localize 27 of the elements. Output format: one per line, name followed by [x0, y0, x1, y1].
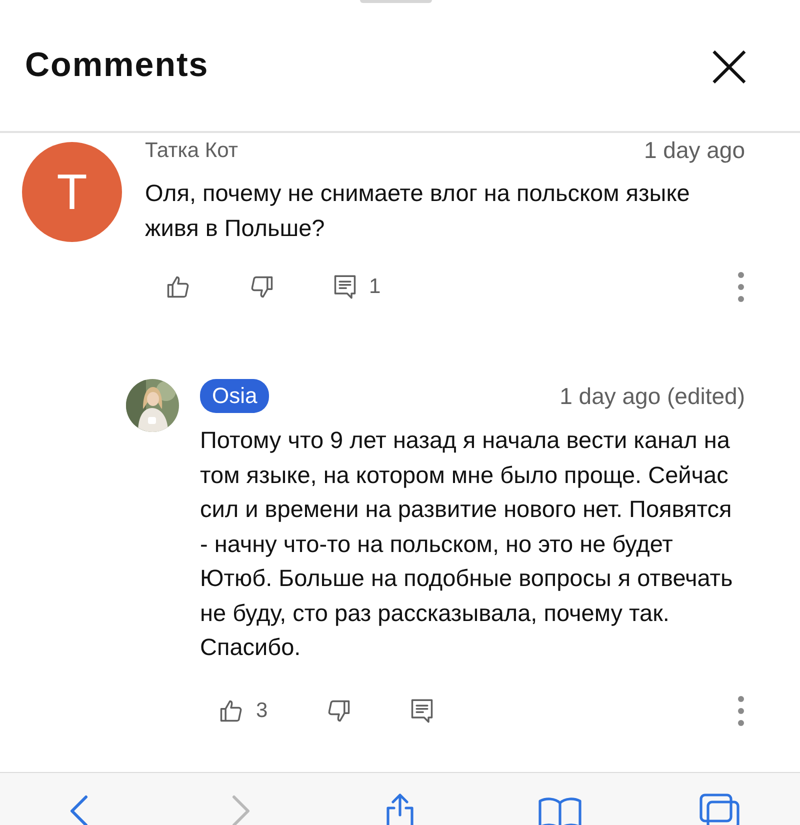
like-button[interactable]: 3	[218, 698, 268, 724]
drag-handle[interactable]	[360, 0, 432, 3]
panel-title: Comments	[25, 46, 209, 85]
thumbs-down-icon	[249, 274, 275, 300]
comment-icon	[410, 698, 434, 724]
like-button[interactable]	[165, 274, 191, 300]
reply-button[interactable]	[410, 698, 434, 724]
avatar[interactable]: T	[22, 142, 122, 242]
comment-time: 1 day ago	[644, 137, 745, 164]
thumbs-up-icon	[218, 698, 244, 724]
replies-button[interactable]: 1	[333, 274, 381, 300]
tabs-icon	[698, 790, 742, 825]
thumbs-up-icon	[165, 274, 191, 300]
more-button[interactable]	[737, 694, 745, 726]
comment-time: 1 day ago (edited)	[560, 382, 745, 410]
author-name[interactable]: Татка Кот	[145, 138, 238, 162]
more-icon	[737, 271, 745, 303]
dislike-button[interactable]	[326, 698, 352, 724]
thumbs-down-icon	[326, 698, 352, 724]
reply-text: Потому что 9 лет назад я начала вести канал на том языке, на котором мне было проще. Сейчас сил и времени на развитие нового нет. Появятся - начну что-то на польском, но это не будет Ютюб. Больше на подобные вопросы я отвечать не буду, сто раз рассказывала, почему так. Спасибо.	[200, 426, 734, 662]
more-button[interactable]	[737, 271, 745, 303]
more-icon	[737, 694, 745, 726]
author-name[interactable]: Osia	[200, 379, 270, 413]
comment-icon	[333, 274, 357, 300]
dislike-button[interactable]	[249, 274, 275, 300]
close-button[interactable]: ×	[702, 34, 756, 98]
comment-text: Оля, почему не снимаете влог на польском языке живя в Польше?	[145, 179, 691, 242]
